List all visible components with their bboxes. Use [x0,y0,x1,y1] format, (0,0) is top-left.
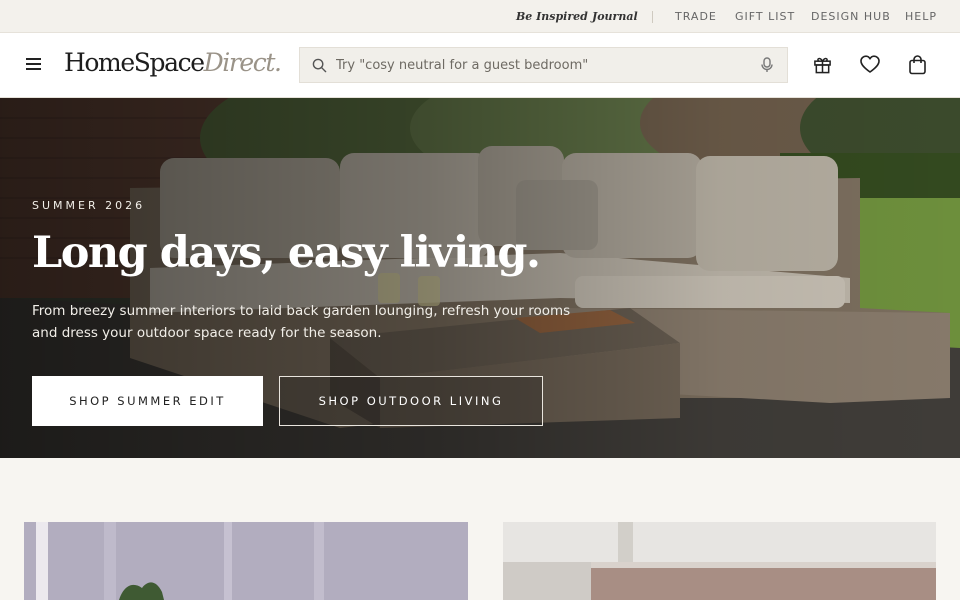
search-bar [299,47,788,83]
logo-accent-text: Direct. [203,48,282,77]
utility-bar: Be Inspired Journal TRADE GIFT LIST DESI… [0,0,960,33]
heart-icon[interactable] [860,55,880,78]
microphone-icon[interactable] [760,57,774,77]
utility-divider [652,11,653,23]
trade-link[interactable]: TRADE [675,10,717,23]
hero-subcopy: From breezy summer interiors to laid bac… [32,303,571,341]
journal-link[interactable]: Journal [592,10,638,23]
logo-main-text: HomeSpace [64,48,205,77]
tile-image-left [24,522,468,600]
category-tile-left[interactable] [24,522,468,600]
shop-outdoor-living-button[interactable]: SHOP OUTDOOR LIVING [279,376,543,426]
be-inspired-link[interactable]: Be Inspired [516,10,588,23]
hero-headline: Long days, easy living. [32,228,541,278]
gift-list-link[interactable]: GIFT LIST [735,10,795,23]
category-tile-right[interactable] [503,522,936,600]
shopping-bag-icon[interactable] [908,55,927,79]
site-logo[interactable]: HomeSpaceDirect. [64,48,282,77]
menu-icon[interactable] [26,58,42,72]
site-header: HomeSpaceDirect. [0,33,960,98]
help-link[interactable]: HELP [905,10,937,23]
search-input[interactable] [336,48,746,82]
design-hub-link[interactable]: DESIGN HUB [811,10,891,23]
search-icon[interactable] [312,58,327,77]
hero-banner: SUMMER 2026 Long days, easy living. From… [0,98,960,458]
tile-image-right [503,522,936,600]
hero-eyebrow: SUMMER 2026 [32,199,146,212]
gift-icon[interactable] [813,55,832,78]
shop-summer-edit-button[interactable]: SHOP SUMMER EDIT [32,376,263,426]
